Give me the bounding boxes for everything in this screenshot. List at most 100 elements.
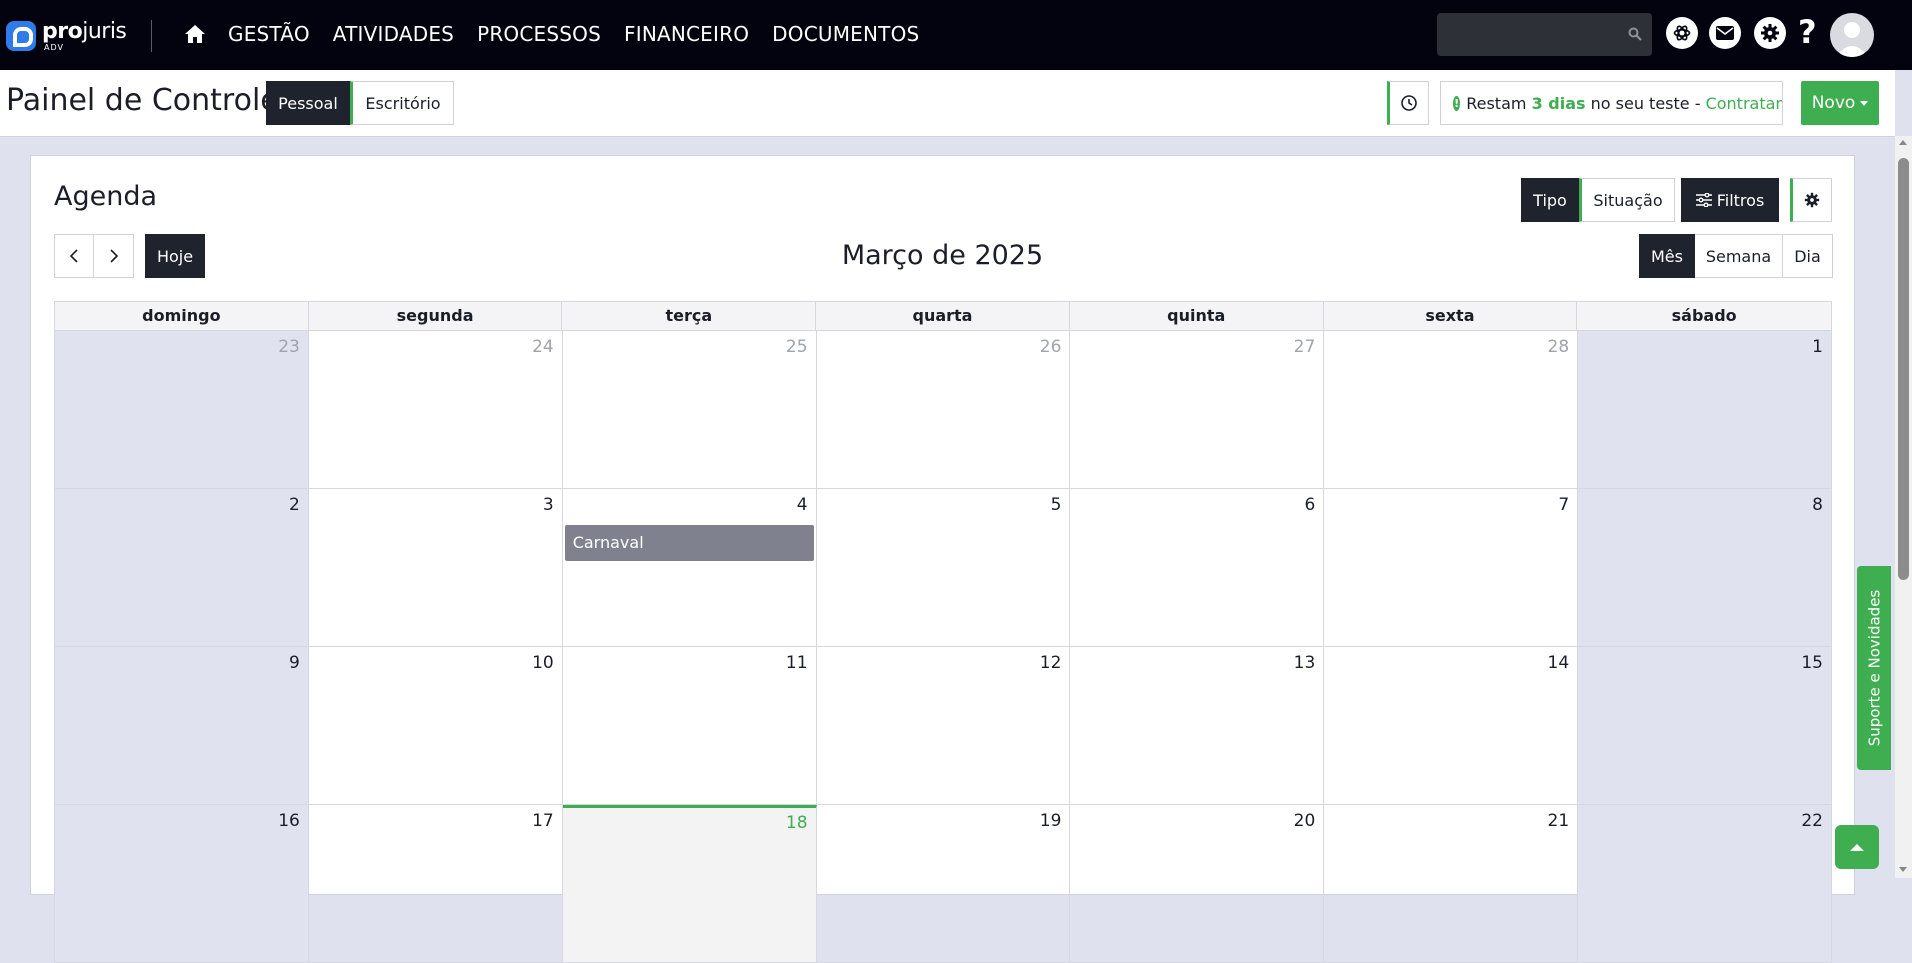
day-number: 19 (1039, 811, 1062, 831)
help-icon[interactable]: ? (1798, 14, 1817, 50)
chevron-left-icon (69, 249, 78, 263)
day-number: 7 (1558, 495, 1570, 515)
day-number: 18 (785, 813, 808, 833)
day-cell[interactable]: 28 (1324, 331, 1579, 488)
search-box (1437, 13, 1652, 56)
settings-gear-icon[interactable] (1754, 17, 1786, 49)
projuris-logo-mark (6, 21, 36, 51)
weekday-label: segunda (309, 302, 563, 330)
day-number: 16 (278, 811, 300, 831)
nav-item-gestao[interactable]: GESTÃO (228, 22, 310, 46)
day-cell[interactable]: 17 (309, 805, 563, 962)
month-nav (54, 234, 134, 278)
logo-text: projuris (42, 19, 127, 44)
tipo-button[interactable]: Tipo (1521, 178, 1579, 222)
day-cell[interactable]: 3 (309, 489, 563, 646)
page-scrollbar[interactable] (1895, 136, 1912, 878)
nav-item-processos[interactable]: PROCESSOS (477, 22, 601, 46)
day-cell[interactable]: 1 (1578, 331, 1832, 488)
day-cell-today[interactable]: 18 (562, 805, 817, 962)
clock-icon (1401, 95, 1417, 111)
contratar-link[interactable]: Contratar (1706, 94, 1782, 113)
page-title: Painel de Controle (6, 83, 279, 118)
home-icon[interactable] (183, 22, 207, 46)
scrollbar-thumb[interactable] (1898, 158, 1909, 580)
caret-up-icon (1850, 844, 1864, 851)
tab-pessoal[interactable]: Pessoal (266, 81, 350, 125)
avatar[interactable] (1830, 13, 1874, 57)
filters-label: Filtros (1716, 190, 1765, 210)
agenda-title: Agenda (54, 181, 158, 212)
day-cell[interactable]: 16 (55, 805, 309, 962)
scroll-up-arrow-icon[interactable] (1899, 140, 1907, 145)
scroll-down-arrow-icon[interactable] (1899, 867, 1907, 872)
day-cell[interactable]: 21 (1324, 805, 1579, 962)
day-number: 13 (1293, 653, 1316, 673)
projuris-logo[interactable]: projuris ADV (6, 19, 132, 55)
nav-item-financeiro[interactable]: FINANCEIRO (624, 22, 749, 46)
month-view-button[interactable]: Mês (1639, 234, 1695, 278)
day-cell[interactable]: 22 (1578, 805, 1832, 962)
weekday-label: quinta (1070, 302, 1324, 330)
day-cell[interactable]: 12 (817, 647, 1071, 804)
scroll-to-top-button[interactable] (1835, 825, 1879, 869)
search-icon (1628, 27, 1642, 41)
day-cell[interactable]: 24 (309, 331, 563, 488)
mail-icon[interactable] (1709, 17, 1741, 49)
day-number: 2 (289, 495, 300, 515)
alert-icon: ! (1453, 95, 1461, 111)
calendar-week: 23 24 25 26 27 28 1 (54, 331, 1832, 489)
week-view-button[interactable]: Semana (1695, 234, 1783, 278)
day-cell[interactable]: 6 (1070, 489, 1325, 646)
calendar-week: 16 17 18 19 20 21 22 (54, 805, 1832, 963)
day-number: 17 (532, 811, 554, 831)
day-number: 28 (1547, 337, 1570, 357)
search-input[interactable] (1437, 13, 1652, 56)
situacao-button[interactable]: Situação (1579, 178, 1675, 222)
weekday-label: quarta (816, 302, 1070, 330)
tab-escritorio[interactable]: Escritório (350, 81, 454, 125)
prev-month-button[interactable] (54, 234, 94, 278)
support-news-tab[interactable]: Suporte e Novidades (1857, 566, 1891, 770)
calendar-event[interactable]: Carnaval (564, 525, 814, 561)
day-cell[interactable]: 13 (1070, 647, 1325, 804)
new-button[interactable]: Novo (1801, 81, 1879, 125)
day-cell[interactable]: 4 Carnaval (563, 489, 817, 646)
day-number: 11 (785, 653, 808, 673)
nav-item-documentos[interactable]: DOCUMENTOS (772, 22, 919, 46)
day-cell[interactable]: 7 (1324, 489, 1579, 646)
weekday-label: terça (562, 302, 817, 330)
support-tab-label: Suporte e Novidades (1865, 589, 1883, 747)
day-cell[interactable]: 26 (817, 331, 1071, 488)
day-number: 22 (1801, 811, 1823, 831)
day-cell[interactable]: 10 (309, 647, 563, 804)
day-cell[interactable]: 11 (563, 647, 817, 804)
agenda-card: Agenda Tipo Situação Filtros Hoje Março … (30, 155, 1855, 963)
day-cell[interactable]: 9 (55, 647, 309, 804)
trial-notice: ! Restam 3 dias no seu teste - Contratar (1440, 81, 1783, 125)
day-cell[interactable]: 15 (1578, 647, 1832, 804)
day-number: 21 (1547, 811, 1570, 831)
day-cell[interactable]: 27 (1070, 331, 1325, 488)
day-number: 20 (1293, 811, 1316, 831)
filters-button[interactable]: Filtros (1681, 178, 1779, 222)
gear-icon (1804, 192, 1820, 208)
today-button[interactable]: Hoje (145, 234, 205, 278)
agenda-settings-button[interactable] (1790, 178, 1832, 222)
weekday-label: domingo (55, 302, 309, 330)
history-button[interactable] (1387, 81, 1429, 125)
nav-item-atividades[interactable]: ATIVIDADES (333, 22, 454, 46)
day-cell[interactable]: 14 (1324, 647, 1579, 804)
calendar-week: 9 10 11 12 13 14 15 (54, 647, 1832, 805)
day-cell[interactable]: 25 (563, 331, 817, 488)
ai-assistant-icon[interactable] (1666, 17, 1698, 49)
day-number: 5 (1050, 495, 1062, 515)
day-cell[interactable]: 5 (817, 489, 1071, 646)
next-month-button[interactable] (94, 234, 134, 278)
day-cell[interactable]: 8 (1578, 489, 1832, 646)
day-cell[interactable]: 19 (817, 805, 1071, 962)
day-cell[interactable]: 23 (55, 331, 309, 488)
day-cell[interactable]: 2 (55, 489, 309, 646)
day-cell[interactable]: 20 (1070, 805, 1325, 962)
day-view-button[interactable]: Dia (1783, 234, 1833, 278)
